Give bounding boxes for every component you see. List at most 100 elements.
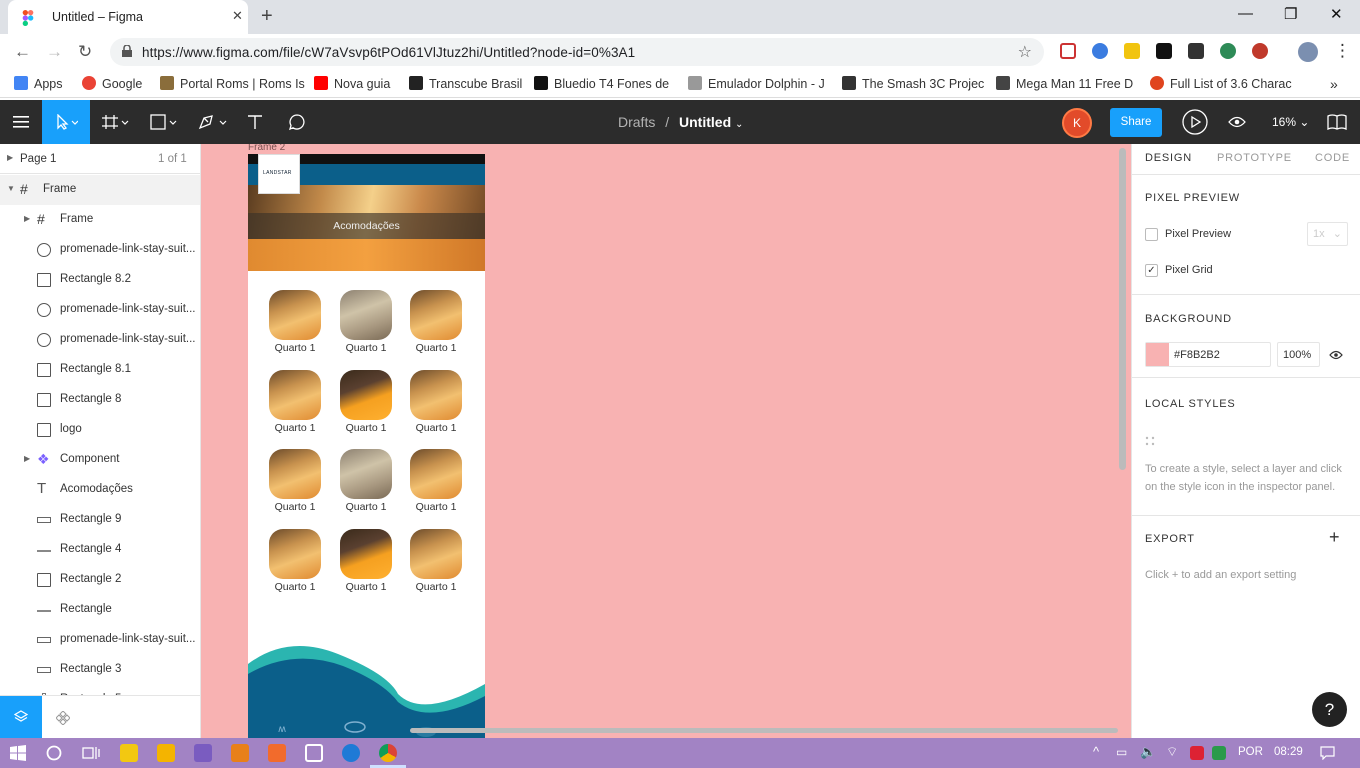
wifi-icon[interactable]: ⌔: [1166, 744, 1178, 760]
bookmark-item[interactable]: Bluedio T4 Fones de: [534, 76, 669, 91]
reload-icon[interactable]: ↻: [78, 42, 92, 62]
bookmark-item[interactable]: Nova guia: [314, 76, 390, 91]
add-export-icon[interactable]: +: [1329, 527, 1340, 548]
bookmark-item[interactable]: Portal Roms | Roms Is: [160, 76, 305, 91]
bookmark-item[interactable]: Apps: [14, 76, 63, 91]
cortana-search-icon[interactable]: [46, 745, 62, 761]
layer-row[interactable]: Rectangle: [0, 595, 200, 625]
windows-start-icon[interactable]: [10, 745, 26, 761]
text-tool-icon[interactable]: [240, 100, 270, 144]
file-explorer-icon[interactable]: [157, 744, 175, 762]
minimize-icon[interactable]: —: [1238, 5, 1253, 22]
action-center-icon[interactable]: [1320, 746, 1335, 760]
background-swatch[interactable]: [1146, 343, 1169, 366]
game-app-icon[interactable]: [194, 744, 212, 762]
layer-row[interactable]: Rectangle 8.1: [0, 355, 200, 385]
layer-row[interactable]: promenade-link-stay-suit...: [0, 325, 200, 355]
layer-row[interactable]: Rectangle 2: [0, 565, 200, 595]
background-color-field[interactable]: #F8B2B2: [1145, 342, 1271, 367]
bookmark-star-icon[interactable]: ☆: [1018, 42, 1032, 62]
tray-app-icon[interactable]: [1190, 746, 1204, 760]
browser-menu-icon[interactable]: ⋮: [1334, 41, 1351, 61]
extension-icon[interactable]: [1092, 43, 1108, 59]
volume-icon[interactable]: 🔈: [1140, 744, 1156, 760]
sticky-notes-icon[interactable]: [120, 744, 138, 762]
layer-row[interactable]: promenade-link-stay-suit...: [0, 625, 200, 655]
background-hex[interactable]: #F8B2B2: [1174, 349, 1220, 361]
comment-tool-icon[interactable]: [282, 100, 312, 144]
profile-avatar[interactable]: [1298, 42, 1318, 62]
room-card[interactable]: Quarto 1: [269, 449, 321, 513]
layer-row[interactable]: ▶ # Frame: [0, 205, 200, 235]
layer-row[interactable]: Rectangle 4: [0, 535, 200, 565]
frame-label[interactable]: Frame 2: [248, 144, 285, 153]
mobile-frame[interactable]: LANDSTAR Acomodações Quarto 1 Quarto 1 Qua…: [248, 154, 485, 738]
room-card[interactable]: Quarto 1: [410, 449, 462, 513]
new-tab-icon[interactable]: +: [261, 5, 273, 28]
components-tab-icon[interactable]: [56, 711, 70, 725]
input-language[interactable]: POR: [1238, 746, 1263, 758]
sublime-text-icon[interactable]: [231, 744, 249, 762]
user-avatar[interactable]: K: [1062, 108, 1092, 138]
room-card[interactable]: Quarto 1: [340, 290, 392, 354]
show-hidden-icons[interactable]: ^: [1093, 744, 1099, 759]
chevron-down-icon[interactable]: ⌄: [735, 119, 743, 130]
view-eye-icon[interactable]: [1222, 100, 1252, 144]
layer-row[interactable]: Rectangle 3: [0, 655, 200, 685]
horizontal-scrollbar[interactable]: [410, 728, 1118, 733]
pixel-grid-checkbox[interactable]: ✓: [1145, 264, 1158, 277]
tab-code[interactable]: CODE: [1315, 152, 1350, 164]
file-name[interactable]: Untitled: [679, 114, 731, 130]
tab-prototype[interactable]: PROTOTYPE: [1217, 152, 1292, 164]
extension-icon[interactable]: [1220, 43, 1236, 59]
room-card[interactable]: Quarto 1: [269, 290, 321, 354]
bookmark-item[interactable]: Full List of 3.6 Charac: [1150, 76, 1292, 91]
layer-row[interactable]: ▶ ❖ Component: [0, 445, 200, 475]
bookmark-item[interactable]: The Smash 3C Projec: [842, 76, 984, 91]
bookmark-item[interactable]: Google: [82, 76, 142, 91]
layer-row[interactable]: T Acomodações: [0, 475, 200, 505]
help-button[interactable]: ?: [1312, 692, 1347, 727]
breadcrumb-drafts[interactable]: Drafts: [618, 114, 655, 130]
forward-icon[interactable]: →: [46, 42, 63, 62]
extension-icon[interactable]: [1252, 43, 1268, 59]
bookmark-item[interactable]: Transcube Brasil: [409, 76, 522, 91]
visibility-eye-icon[interactable]: [1329, 350, 1343, 360]
main-menu-icon[interactable]: [0, 100, 42, 144]
layer-row[interactable]: promenade-link-stay-suit...: [0, 235, 200, 265]
tab-design[interactable]: DESIGN: [1145, 152, 1192, 164]
present-play-icon[interactable]: [1180, 100, 1210, 144]
room-card[interactable]: Quarto 1: [340, 449, 392, 513]
defender-shield-icon[interactable]: [1212, 746, 1226, 760]
xampp-icon[interactable]: [268, 744, 286, 762]
task-view-icon[interactable]: [82, 745, 100, 761]
pixel-preview-checkbox[interactable]: [1145, 228, 1158, 241]
layer-row[interactable]: logo: [0, 415, 200, 445]
browser-tab[interactable]: Untitled – Figma ✕: [8, 0, 248, 34]
library-book-icon[interactable]: [1322, 100, 1352, 144]
extension-icon[interactable]: [1156, 43, 1172, 59]
page-selector[interactable]: ▶ Page 1 1 of 1: [0, 144, 200, 174]
extension-icon[interactable]: [1124, 43, 1140, 59]
share-button[interactable]: Share: [1110, 108, 1162, 137]
layer-row[interactable]: Rectangle 8.2: [0, 265, 200, 295]
extension-icon[interactable]: [1188, 43, 1204, 59]
gamepad-icon[interactable]: [305, 744, 323, 762]
bookmark-item[interactable]: Mega Man 11 Free D: [996, 76, 1133, 91]
back-icon[interactable]: ←: [14, 42, 31, 62]
edge-browser-icon[interactable]: [342, 744, 360, 762]
layer-row[interactable]: ▼ # Frame: [0, 175, 200, 205]
restore-icon[interactable]: ❐: [1284, 5, 1297, 23]
room-card[interactable]: Quarto 1: [340, 529, 392, 593]
chrome-icon[interactable]: [379, 744, 397, 762]
vertical-scrollbar[interactable]: [1119, 148, 1126, 470]
layer-row[interactable]: Rectangle 8: [0, 385, 200, 415]
close-window-icon[interactable]: ✕: [1330, 5, 1343, 23]
bookmark-item[interactable]: Emulador Dolphin - J: [688, 76, 825, 91]
more-bookmarks-icon[interactable]: »: [1330, 76, 1338, 92]
frame-tool-icon[interactable]: [96, 100, 136, 144]
chevron-right-icon[interactable]: ▶: [24, 214, 30, 223]
pen-tool-icon[interactable]: [192, 100, 234, 144]
canvas[interactable]: Frame 2 LANDSTAR Acomodações Quarto 1 Qua…: [201, 144, 1131, 738]
chevron-down-icon[interactable]: ▼: [7, 184, 15, 193]
